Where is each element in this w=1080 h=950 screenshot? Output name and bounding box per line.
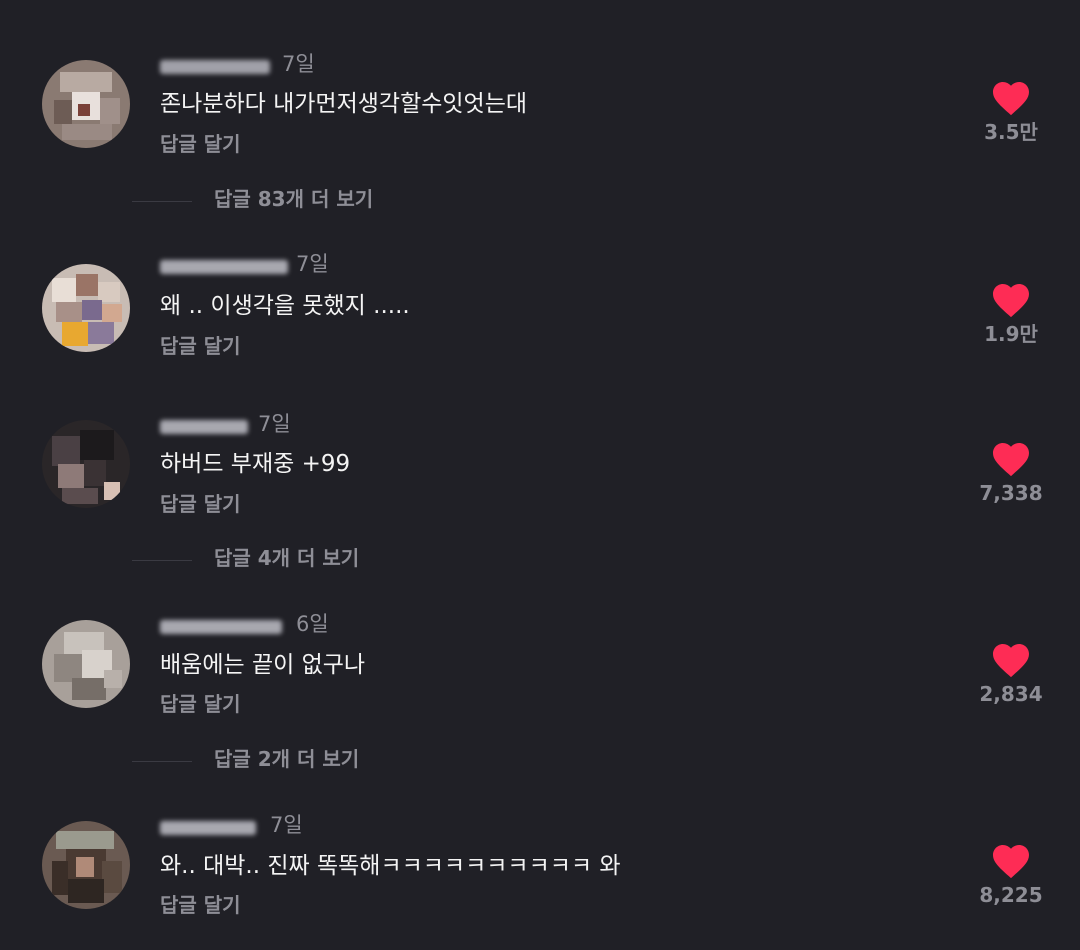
- like-count: 7,338: [979, 481, 1043, 505]
- like-count: 1.9만: [984, 322, 1038, 346]
- comment-text: 와.. 대박.. 진짜 똑똑해ㅋㅋㅋㅋㅋㅋㅋㅋㅋㅋ 와: [160, 853, 621, 879]
- comment-item: 6일 배움에는 끝이 없구나 답글 달기 2,834: [0, 610, 1080, 740]
- divider: [132, 560, 192, 561]
- heart-icon: [993, 844, 1029, 879]
- view-more-replies-label: 답글 4개 더 보기: [214, 546, 360, 570]
- username[interactable]: [160, 821, 256, 835]
- reply-button[interactable]: 답글 달기: [160, 494, 241, 514]
- comment-item: 7일 왜 .. 이생각을 못했지 ..... 답글 달기 1.9만: [0, 250, 1080, 380]
- view-more-replies-button[interactable]: 답글 2개 더 보기: [0, 747, 1080, 777]
- like-button[interactable]: 8,225: [956, 843, 1066, 905]
- comment-time: 7일: [296, 252, 329, 276]
- comment-text: 왜 .. 이생각을 못했지 .....: [160, 293, 410, 319]
- view-more-replies-button[interactable]: 답글 83개 더 보기: [0, 187, 1080, 217]
- username[interactable]: [160, 420, 248, 434]
- username[interactable]: [160, 260, 288, 274]
- comment-text: 배움에는 끝이 없구나: [160, 652, 366, 678]
- reply-button[interactable]: 답글 달기: [160, 895, 241, 915]
- view-more-replies-label: 답글 83개 더 보기: [214, 187, 374, 211]
- comment-text: 존나분하다 내가먼저생각할수잇엇는대: [160, 91, 528, 117]
- comment-item: 7일 하버드 부재중 +99 답글 달기 7,338: [0, 410, 1080, 540]
- avatar[interactable]: [42, 60, 130, 148]
- avatar[interactable]: [42, 821, 130, 909]
- reply-button[interactable]: 답글 달기: [160, 336, 241, 356]
- heart-icon: [993, 442, 1029, 477]
- view-more-replies-label: 답글 2개 더 보기: [214, 747, 360, 771]
- comment-time: 6일: [296, 612, 329, 636]
- reply-button[interactable]: 답글 달기: [160, 694, 241, 714]
- comment-time: 7일: [282, 52, 315, 76]
- avatar[interactable]: [42, 264, 130, 352]
- avatar[interactable]: [42, 620, 130, 708]
- heart-icon: [993, 81, 1029, 116]
- avatar[interactable]: [42, 420, 130, 508]
- reply-button[interactable]: 답글 달기: [160, 134, 241, 154]
- comment-item: 7일 와.. 대박.. 진짜 똑똑해ㅋㅋㅋㅋㅋㅋㅋㅋㅋㅋ 와 답글 달기 8,2…: [0, 811, 1080, 941]
- comment-time: 7일: [270, 813, 303, 837]
- view-more-replies-button[interactable]: 답글 4개 더 보기: [0, 546, 1080, 576]
- comment-text: 하버드 부재중 +99: [160, 451, 351, 477]
- like-button[interactable]: 2,834: [956, 642, 1066, 704]
- comment-time: 7일: [258, 412, 291, 436]
- like-count: 2,834: [979, 682, 1043, 706]
- like-button[interactable]: 7,338: [956, 441, 1066, 503]
- comment-item: 7일 존나분하다 내가먼저생각할수잇엇는대 답글 달기 3.5만: [0, 48, 1080, 178]
- like-count: 8,225: [979, 883, 1043, 907]
- divider: [132, 201, 192, 202]
- like-button[interactable]: 3.5만: [956, 80, 1066, 142]
- username[interactable]: [160, 620, 282, 634]
- like-count: 3.5만: [984, 120, 1038, 144]
- heart-icon: [993, 283, 1029, 318]
- heart-icon: [993, 643, 1029, 678]
- like-button[interactable]: 1.9만: [956, 282, 1066, 344]
- divider: [132, 761, 192, 762]
- username[interactable]: [160, 60, 270, 74]
